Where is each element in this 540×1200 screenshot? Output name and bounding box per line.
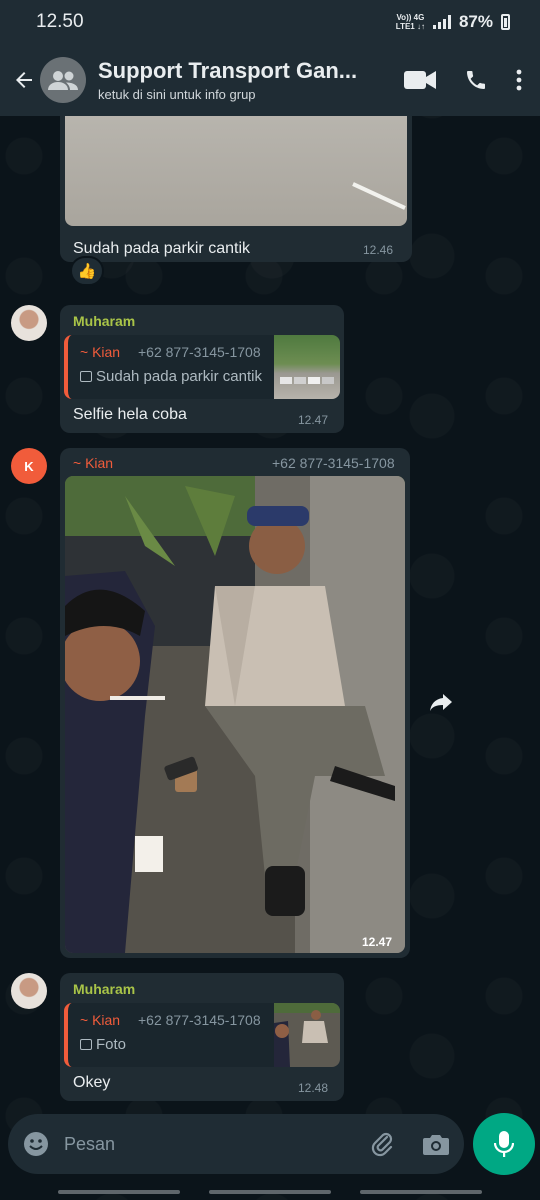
sender-name[interactable]: Muharam bbox=[73, 313, 135, 329]
battery-percent: 87% bbox=[458, 12, 493, 31]
selfie-thumbnail-image bbox=[274, 1003, 340, 1067]
group-subtitle: ketuk di sini untuk info grup bbox=[98, 87, 256, 102]
emoji-icon[interactable] bbox=[22, 1130, 50, 1158]
selfie-image bbox=[65, 476, 405, 953]
message-bubble[interactable]: Muharam ~ Kian +62 877-3145-1708 Foto Ok… bbox=[60, 973, 344, 1101]
more-options-icon[interactable] bbox=[516, 68, 522, 92]
microphone-icon bbox=[494, 1131, 514, 1157]
forward-icon bbox=[430, 694, 452, 711]
avatar-kian[interactable]: K bbox=[11, 448, 47, 484]
quoted-message[interactable]: ~ Kian +62 877-3145-1708 Foto bbox=[64, 1003, 340, 1067]
back-arrow-icon[interactable] bbox=[12, 68, 36, 92]
nav-pill-right[interactable] bbox=[360, 1190, 482, 1194]
status-icons: Vo)) 4G LTE1 ↓↑ 87% bbox=[396, 12, 510, 32]
nav-pill-left[interactable] bbox=[58, 1190, 180, 1194]
chat-header: Support Transport Gan... ketuk di sini u… bbox=[0, 44, 540, 116]
image-icon bbox=[80, 1039, 92, 1050]
status-time: 12.50 bbox=[36, 11, 84, 32]
quote-phone: +62 877-3145-1708 bbox=[138, 344, 261, 360]
quote-sender: ~ Kian bbox=[80, 344, 121, 360]
signal-icon bbox=[432, 15, 451, 29]
network-bottom: LTE1 ↓↑ bbox=[395, 22, 425, 31]
quote-body: Foto bbox=[80, 1036, 126, 1053]
sender-name[interactable]: ~ Kian bbox=[73, 455, 113, 471]
message-bubble[interactable]: Sudah pada parkir cantik 12.46 bbox=[60, 116, 412, 262]
message-input-bar: Pesan bbox=[8, 1114, 464, 1174]
quoted-message[interactable]: ~ Kian +62 877-3145-1708 Sudah pada park… bbox=[64, 335, 340, 399]
selfie-photo[interactable] bbox=[65, 476, 405, 953]
header-info[interactable]: Support Transport Gan... ketuk di sini u… bbox=[98, 58, 404, 102]
group-icon bbox=[48, 71, 78, 90]
quote-sender: ~ Kian bbox=[80, 1012, 121, 1028]
voice-message-button[interactable] bbox=[473, 1113, 535, 1175]
sender-phone: +62 877-3145-1708 bbox=[272, 455, 395, 471]
attach-icon[interactable] bbox=[370, 1131, 396, 1157]
status-bar: 12.50 Vo)) 4G LTE1 ↓↑ 87% bbox=[0, 0, 540, 44]
camera-icon[interactable] bbox=[422, 1132, 450, 1156]
image-icon bbox=[80, 371, 92, 382]
message-text: Selfie hela coba bbox=[73, 406, 187, 423]
quote-phone: +62 877-3145-1708 bbox=[138, 1012, 261, 1028]
quote-thumbnail bbox=[274, 335, 340, 399]
parking-photo[interactable] bbox=[65, 116, 407, 226]
cars-thumbnail-image bbox=[280, 377, 334, 384]
network-top: Vo)) 4G bbox=[396, 13, 425, 22]
video-call-icon[interactable] bbox=[404, 69, 436, 91]
message-time: 12.48 bbox=[298, 1081, 329, 1095]
message-text: Okey bbox=[73, 1074, 111, 1091]
message-bubble[interactable]: Muharam ~ Kian +62 877-3145-1708 Sudah p… bbox=[60, 305, 344, 433]
reaction-badge[interactable]: 👍 bbox=[70, 256, 104, 286]
quote-text: Foto bbox=[96, 1036, 127, 1053]
message-time: 12.47 bbox=[298, 413, 329, 427]
header-actions bbox=[404, 68, 522, 92]
message-time: 12.47 bbox=[362, 935, 393, 949]
network-indicator: Vo)) 4G LTE1 ↓↑ bbox=[396, 13, 425, 31]
group-avatar[interactable] bbox=[40, 57, 86, 103]
group-title: Support Transport Gan... bbox=[98, 58, 358, 83]
chat-area[interactable]: Sudah pada parkir cantik 12.46 👍 Muharam… bbox=[0, 116, 540, 1110]
voice-call-icon[interactable] bbox=[464, 68, 488, 92]
message-bubble[interactable]: ~ Kian +62 877-3145-1708 12.47 bbox=[60, 448, 410, 958]
message-input[interactable]: Pesan bbox=[64, 1134, 370, 1155]
sender-name[interactable]: Muharam bbox=[73, 981, 135, 997]
quote-text: Sudah pada parkir cantik bbox=[96, 368, 262, 385]
message-time: 12.46 bbox=[363, 243, 394, 257]
forward-button[interactable] bbox=[422, 683, 460, 721]
battery-icon bbox=[501, 14, 510, 30]
avatar-muharam[interactable] bbox=[11, 305, 47, 341]
message-text: Sudah pada parkir cantik bbox=[73, 240, 250, 257]
quote-thumbnail bbox=[274, 1003, 340, 1067]
quote-body: Sudah pada parkir cantik bbox=[80, 368, 262, 385]
avatar-muharam[interactable] bbox=[11, 973, 47, 1009]
nav-pill-center[interactable] bbox=[209, 1190, 331, 1194]
parking-lot-image bbox=[352, 182, 406, 210]
